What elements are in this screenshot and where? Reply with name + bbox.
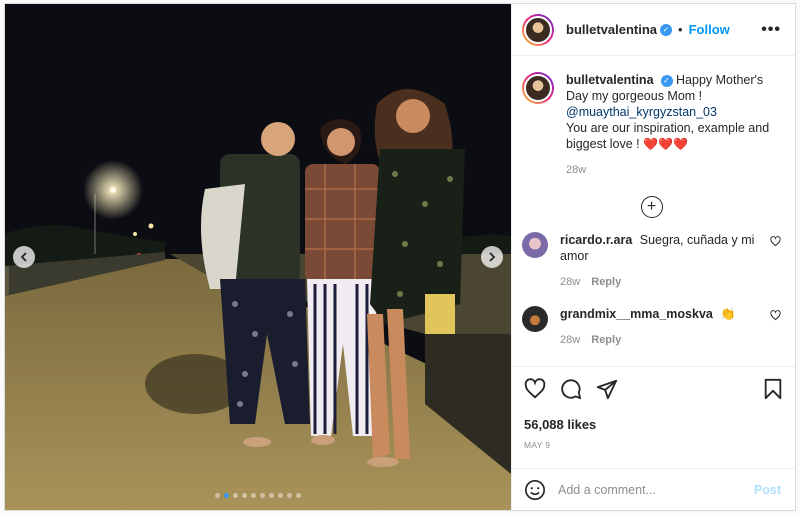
more-options-icon[interactable]: ••• xyxy=(761,21,781,39)
caption-mention[interactable]: @muaythai_kyrgyzstan_03 xyxy=(566,105,717,119)
caption-age: 28w xyxy=(566,164,587,176)
carousel-dot xyxy=(278,493,283,498)
caption-username[interactable]: bulletvalentina xyxy=(566,73,654,87)
author-username[interactable]: bulletvalentina xyxy=(566,22,657,37)
comment-like-icon[interactable] xyxy=(770,310,781,321)
load-more-comments[interactable]: + xyxy=(522,196,781,218)
comment-like-icon[interactable] xyxy=(770,236,781,247)
post-photo[interactable] xyxy=(5,4,511,510)
comment-input[interactable] xyxy=(558,482,754,497)
follow-button[interactable]: Follow xyxy=(689,22,730,37)
post-header: bulletvalentina ✓ • Follow ••• xyxy=(512,4,795,56)
caption: bulletvalentina ✓ Happy Mother's Day my g… xyxy=(522,72,781,178)
reply-button[interactable]: Reply xyxy=(591,276,621,288)
caption-avatar[interactable] xyxy=(522,72,554,104)
share-icon[interactable] xyxy=(596,378,618,400)
comment-text: 👏 xyxy=(720,307,736,321)
post-sidebar: bulletvalentina ✓ • Follow ••• bulletval… xyxy=(511,4,795,510)
carousel-dot xyxy=(242,493,247,498)
carousel-dot xyxy=(233,493,238,498)
carousel-dot xyxy=(287,493,292,498)
heart-emoji: ❤️❤️❤️ xyxy=(643,137,688,151)
carousel-dot xyxy=(224,493,229,498)
carousel-dot xyxy=(296,493,301,498)
comment-age: 28w xyxy=(560,334,581,346)
carousel-dot xyxy=(260,493,265,498)
reply-button[interactable]: Reply xyxy=(591,334,621,346)
next-arrow-icon[interactable] xyxy=(481,246,503,268)
comment-username[interactable]: ricardo.r.ara xyxy=(560,233,632,247)
emoji-icon[interactable] xyxy=(524,479,546,501)
save-icon[interactable] xyxy=(763,378,783,400)
comment-item: grandmix__mma_moskva 👏 28w Reply xyxy=(522,306,781,348)
prev-arrow-icon[interactable] xyxy=(13,246,35,268)
comment-icon[interactable] xyxy=(560,378,582,400)
post-button[interactable]: Post xyxy=(754,483,781,497)
comment-username[interactable]: grandmix__mma_moskva xyxy=(560,307,713,321)
carousel-dot xyxy=(269,493,274,498)
carousel-dot xyxy=(251,493,256,498)
comments-section: bulletvalentina ✓ Happy Mother's Day my g… xyxy=(512,56,795,366)
post-card: bulletvalentina ✓ • Follow ••• bulletval… xyxy=(4,3,796,511)
comment-avatar[interactable] xyxy=(522,232,548,258)
separator: • xyxy=(678,22,683,37)
comment-age: 28w xyxy=(560,276,581,288)
comment-item: ricardo.r.ara Suegra, cuñada y mi amor 2… xyxy=(522,232,781,290)
likes-count[interactable]: 56,088 likes xyxy=(524,417,783,432)
photo-image xyxy=(5,4,511,510)
like-icon[interactable] xyxy=(524,378,546,400)
verified-badge-icon: ✓ xyxy=(660,23,673,36)
load-more-icon[interactable]: + xyxy=(640,196,663,218)
comment-avatar[interactable] xyxy=(522,306,548,332)
author-avatar[interactable] xyxy=(522,13,554,46)
carousel-indicator xyxy=(5,493,511,498)
carousel-dot xyxy=(215,493,220,498)
action-bar: 56,088 likes MAY 9 xyxy=(512,366,795,468)
add-comment-bar: Post xyxy=(512,468,795,510)
verified-badge-icon: ✓ xyxy=(660,75,673,87)
post-date[interactable]: MAY 9 xyxy=(524,440,783,450)
